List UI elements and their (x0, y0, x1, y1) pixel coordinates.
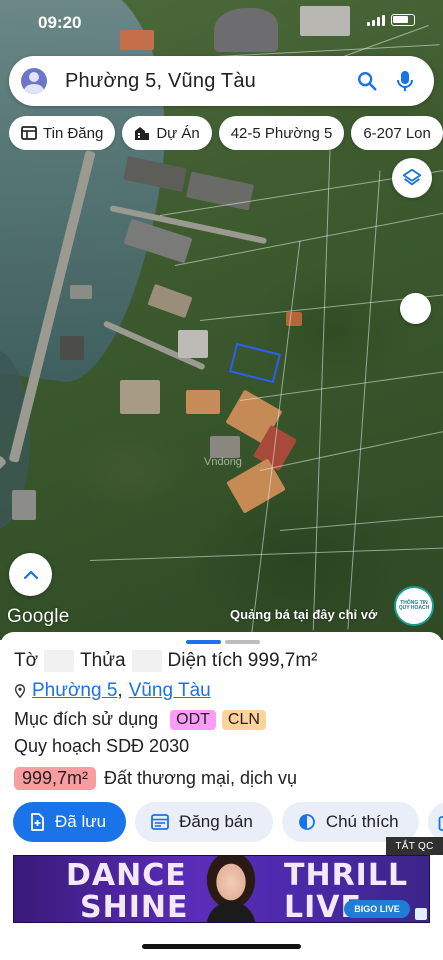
chip-parcel-6-207[interactable]: 6-207 Lon (351, 116, 443, 150)
close-ad-button[interactable]: TẮT QC (386, 837, 443, 855)
thua-label: Thửa (80, 650, 126, 671)
bookmark-add-icon (31, 813, 44, 831)
chip-label: Dự Án (156, 124, 200, 142)
google-attribution: Google (7, 606, 70, 627)
building (214, 8, 278, 52)
parcel-info-sheet: Tờ Thửa Diện tích 999,7m² Phường 5, Vũng… (0, 632, 443, 960)
parcel-boundary (89, 547, 443, 561)
ad-word-shine: SHINE (80, 890, 189, 923)
expand-up-button[interactable] (9, 553, 52, 596)
land-use-tag-odt: ODT (170, 709, 216, 730)
parcel-boundary (174, 211, 443, 266)
building (120, 380, 160, 414)
home-indicator[interactable] (142, 944, 301, 949)
layers-icon (402, 168, 422, 186)
search-input[interactable]: Phường 5, Vũng Tàu (65, 70, 352, 93)
location-pin-icon (14, 684, 26, 698)
building (147, 283, 193, 319)
ad-brand-badge: BIGO LIVE (344, 900, 410, 918)
legend-icon (298, 814, 315, 830)
city-link[interactable]: Vũng Tàu (129, 680, 211, 702)
sheet-page-indicator[interactable] (186, 640, 260, 644)
plan-area-badge: 999,7m² (14, 767, 97, 790)
promo-text[interactable]: Quảng bá tại đây chỉ vớ (230, 607, 377, 622)
chip-label: 42-5 Phường 5 (230, 124, 333, 142)
microphone-icon[interactable] (390, 66, 420, 96)
search-icon[interactable] (352, 66, 382, 96)
building (186, 390, 220, 414)
listing-icon (151, 814, 169, 830)
battery-icon (391, 14, 415, 26)
land-use-tag-cln: CLN (221, 709, 266, 730)
action-buttons: Đã lưu Đăng bán Chú thích (13, 802, 443, 842)
parcel-boundary (279, 515, 443, 531)
legend-button[interactable]: Chú thích (281, 802, 419, 842)
building (178, 330, 208, 358)
avatar[interactable] (21, 68, 47, 94)
building (120, 30, 154, 50)
layers-button[interactable] (392, 158, 432, 198)
chip-tin-dang[interactable]: Tin Đăng (9, 116, 116, 150)
redacted-value (44, 650, 75, 672)
ad-word-thrill: THRILL (284, 858, 409, 893)
parcel-id-row: Tờ Thửa Diện tích 999,7m² (14, 650, 318, 672)
selected-parcel-outline[interactable] (229, 342, 281, 384)
chip-du-an[interactable]: Dự Án (122, 116, 212, 150)
plan-row: 999,7m² Đất thương mại, dịch vụ (14, 767, 297, 790)
address-separator: , (117, 680, 123, 701)
parcel-boundary (347, 170, 381, 630)
redacted-value (131, 650, 162, 672)
building-icon (135, 127, 150, 140)
legend-label: Chú thích (325, 812, 399, 831)
building (60, 336, 84, 360)
plan-label: Quy hoạch SDĐ 2030 (14, 736, 190, 756)
building (70, 285, 92, 299)
saved-label: Đã lưu (55, 812, 107, 831)
chip-parcel-42-5[interactable]: 42-5 Phường 5 (218, 116, 345, 150)
map-marker-dot[interactable] (400, 293, 431, 324)
page-dot (225, 640, 260, 644)
status-time: 09:20 (38, 13, 82, 32)
saved-button[interactable]: Đã lưu (13, 802, 127, 842)
planning-info-badge[interactable]: THÔNG TIN QUY HOẠCH (394, 586, 434, 626)
post-for-sale-button[interactable]: Đăng bán (135, 802, 273, 842)
ad-choices-icon[interactable] (415, 908, 427, 920)
address-row: Phường 5, Vũng Tàu (14, 680, 211, 702)
ad-model-image (191, 856, 271, 922)
ad-banner[interactable]: DANCE THRILL SHINE LIVE BIGO LIVE (13, 855, 430, 923)
camera-icon (438, 816, 443, 831)
post-for-sale-label: Đăng bán (179, 812, 253, 831)
chip-label: 6-207 Lon (363, 124, 431, 142)
filter-chips: Tin Đăng Dự Án 42-5 Phường 5 6-207 Lon (9, 116, 443, 150)
page-dot-active (186, 640, 221, 644)
building (210, 436, 240, 458)
listing-icon (21, 126, 37, 140)
ad-word-dance: DANCE (66, 858, 187, 893)
land-use-row: Mục đích sử dụng ODT CLN (14, 709, 266, 730)
chevron-up-icon (23, 570, 38, 579)
map-watermark: Vndong (204, 456, 242, 468)
photo-button[interactable] (427, 802, 443, 842)
purpose-label: Mục đích sử dụng (14, 709, 159, 729)
search-bar[interactable]: Phường 5, Vũng Tàu (9, 56, 434, 106)
to-label: Tờ (14, 650, 39, 671)
signal-icon (367, 14, 385, 26)
plan-use-text: Đất thương mại, dịch vụ (104, 768, 297, 788)
ward-link[interactable]: Phường 5 (32, 680, 117, 702)
status-icons (367, 14, 415, 26)
area-label: Diện tích 999,7m² (167, 650, 318, 671)
badge-line: QUY HOẠCH (398, 605, 430, 611)
chip-label: Tin Đăng (43, 124, 104, 142)
building (12, 490, 36, 520)
building (300, 6, 350, 36)
